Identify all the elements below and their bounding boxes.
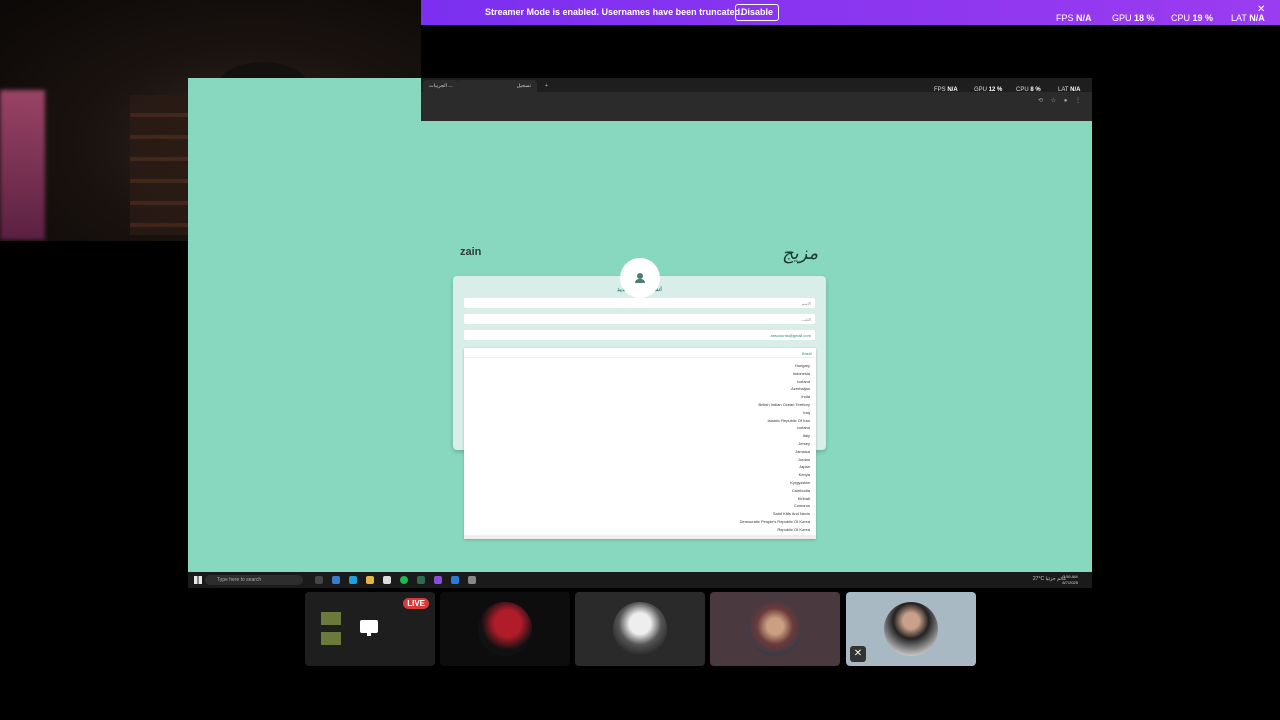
country-dropdown[interactable]: Brazil Hungary Indonesia Iceland Azerbaijan… [464,348,816,541]
country-option[interactable]: Democratic People's Republic Of Korea [740,518,810,526]
browser-tab-active[interactable]: تسجيل [457,80,537,92]
gpu-readout: GPU 18 % [1112,13,1155,23]
participant-tile-3[interactable] [575,592,705,666]
country-option[interactable]: Italy [740,432,810,440]
horizontal-scrollbar[interactable] [464,535,816,539]
browser-tab[interactable]: الجريبات ... [423,80,459,92]
email-field[interactable]: anscounts@gmail.com [464,330,815,340]
participant-tile-stream[interactable]: LIVE [305,592,435,666]
live-badge: LIVE [403,598,429,609]
zain-logo: zain [460,246,482,258]
country-option[interactable]: Iceland [740,424,810,432]
country-option[interactable]: Republic Of Korea [740,526,810,534]
country-option[interactable]: Hungary [740,362,810,370]
avatar [620,258,660,298]
country-option[interactable]: Iraq [740,409,810,417]
rgb-light [0,90,45,240]
country-option[interactable]: Indonesia [740,370,810,378]
cpu-readout: CPU 19 % [1171,13,1214,23]
new-tab-button[interactable]: + [539,80,554,92]
stream-thumbnail [321,632,341,645]
participant-tile-4[interactable] [710,592,840,666]
country-option[interactable]: Kiribati [740,495,810,503]
fps-readout: FPS N/A [1056,13,1092,23]
country-option[interactable]: Comoros [740,502,810,510]
streamer-mode-banner: Streamer Mode is enabled. Usernames have… [421,0,1280,25]
avatar [478,602,532,656]
country-option[interactable]: Cambodia [740,487,810,495]
participant-tile-5[interactable]: ✕ [846,592,976,666]
notepad-icon[interactable] [468,576,476,584]
gpu-readout-mini: GPU 12 % [974,87,1003,93]
taskbar-search-box[interactable]: Type here to search [205,575,303,585]
obs-icon[interactable] [434,576,442,584]
avatar [748,602,802,656]
country-option[interactable]: India [740,393,810,401]
avatar [613,602,667,656]
screen-share-icon [360,620,378,636]
file-explorer-icon[interactable] [366,576,374,584]
disable-streamer-mode-button[interactable]: Disable [735,4,780,21]
country-option[interactable]: Islamic Republic Of Iran [740,417,810,425]
stream-thumbnail [321,612,341,625]
country-option[interactable]: Japan [740,463,810,471]
windows-start-icon[interactable] [194,576,202,584]
country-list: Hungary Indonesia Iceland Azerbaijan India Br… [740,362,810,541]
vscode-icon[interactable] [451,576,459,584]
country-option[interactable]: Azerbaijan [740,385,810,393]
country-option[interactable]: British Indian Ocean Territory [740,401,810,409]
cpu-readout-mini: CPU 8 % [1016,87,1041,93]
store-icon[interactable] [383,576,391,584]
browser-chrome: الجريبات ... تسجيل + FPS N/A GPU 12 % CP… [421,78,1092,121]
shared-screen: الجريبات ... تسجيل + FPS N/A GPU 12 % CP… [188,78,1092,588]
taskbar-clock[interactable]: 3:59 AM 8/7/2025 [1062,574,1078,586]
close-icon[interactable]: ✕ [1257,4,1265,15]
country-search-input[interactable]: Brazil [464,348,816,358]
toolbar-icons[interactable]: ⟲ ☆ ● ⋮ [1038,97,1084,104]
user-icon [635,273,645,283]
last-name-field[interactable]: اللقب [464,314,815,324]
stream-frame: Streamer Mode is enabled. Usernames have… [0,0,1280,720]
app-icon[interactable] [417,576,425,584]
muted-mic-icon: ✕ [850,646,866,662]
brand-logo-arabic: مزيج [782,243,819,264]
first-name-field[interactable]: الاسم [464,298,815,308]
country-option[interactable]: Saint Kitts And Nevis [740,510,810,518]
streamer-mode-message: Streamer Mode is enabled. Usernames have… [485,7,743,17]
edge-icon[interactable] [349,576,357,584]
avatar [884,602,938,656]
participant-tile-2[interactable] [440,592,570,666]
weather-widget[interactable]: 27°C غائم جزئيا [1033,576,1066,582]
country-option[interactable]: Kenya [740,471,810,479]
country-option[interactable]: Jamaica [740,448,810,456]
spotify-icon[interactable] [400,576,408,584]
windows-taskbar: Type here to search 27°C غائم جزئيا 3:59… [188,572,1092,588]
task-view-icon[interactable] [315,576,323,584]
clock-date: 8/7/2025 [1062,580,1078,585]
country-option[interactable]: Jersey [740,440,810,448]
country-option[interactable]: Jordan [740,456,810,464]
fps-readout-mini: FPS N/A [934,87,958,93]
chrome-icon[interactable] [332,576,340,584]
country-option[interactable]: Kyrgyzstan [740,479,810,487]
country-option[interactable]: Iceland [740,378,810,386]
lat-readout-mini: LAT N/A [1058,87,1081,93]
